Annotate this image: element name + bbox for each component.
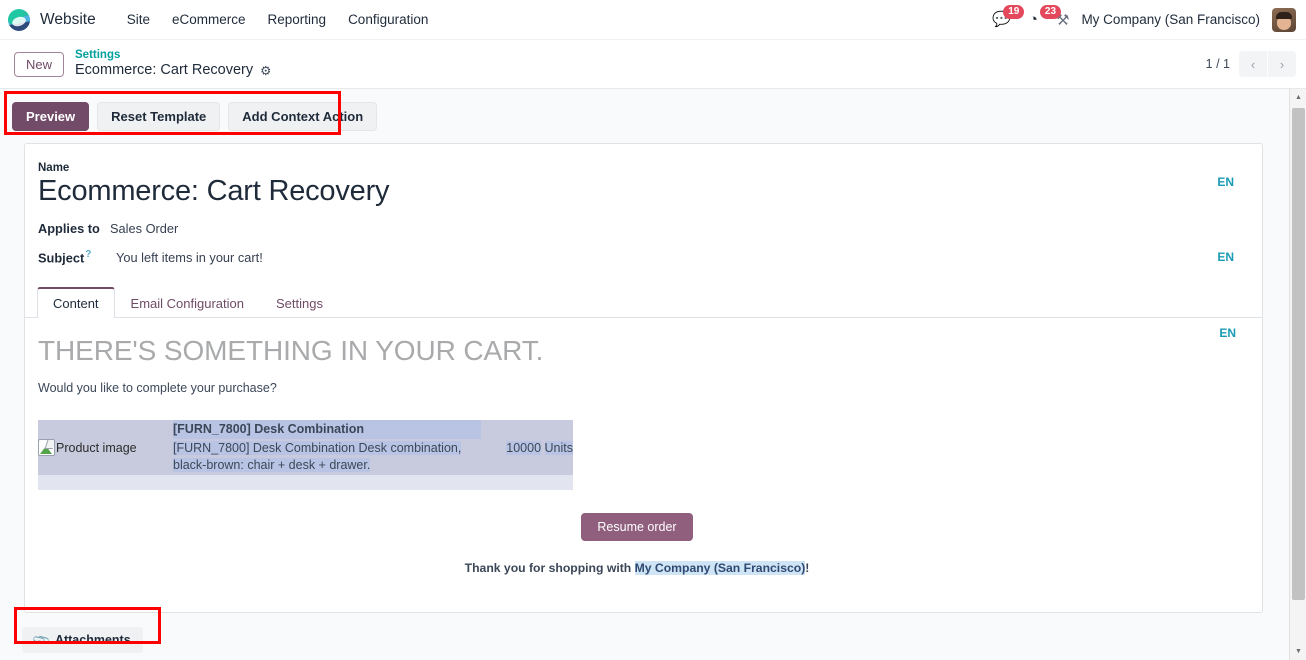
body-language-badge[interactable]: EN (1219, 326, 1236, 340)
tab-settings[interactable]: Settings (260, 287, 339, 318)
footer-company-name: My Company (San Francisco) (634, 561, 806, 576)
pager-next-button[interactable]: › (1268, 51, 1296, 77)
reset-template-button[interactable]: Reset Template (97, 102, 221, 131)
product-description-cell: [FURN_7800] Desk Combination [FURN_7800]… (173, 419, 481, 475)
applies-to-row: Applies to Sales Order (38, 221, 1236, 236)
email-headline: THERE'S SOMETHING IN YOUR CART. (38, 334, 544, 366)
table-footer-cell-2 (173, 475, 481, 491)
table-footer-cell-3 (481, 475, 573, 491)
activities-count-badge: 23 (1039, 5, 1062, 19)
form-sheet-header: Name Ecommerce: Cart Recovery EN Applies… (25, 144, 1262, 266)
menu-item-reporting[interactable]: Reporting (259, 8, 336, 31)
resume-order-button[interactable]: Resume order (581, 513, 693, 542)
user-avatar[interactable] (1272, 7, 1296, 32)
email-subline: Would you like to complete your purchase… (38, 380, 277, 395)
name-field-label: Name (38, 162, 70, 174)
table-row: Product image [FURN_7800] Desk Combinati… (38, 419, 573, 475)
pager-counter: 1 / 1 (1205, 57, 1230, 71)
product-quantity: 10000 (506, 440, 542, 455)
paperclip-icon: 📎 (31, 629, 52, 651)
website-app-logo-icon[interactable] (8, 8, 30, 31)
scroll-down-arrow-icon[interactable]: ▼ (1290, 643, 1306, 660)
menu-item-site[interactable]: Site (118, 8, 159, 31)
activities-button[interactable]: ◔ 23 (1028, 5, 1062, 28)
attachments-label: Attachments (54, 633, 131, 647)
subject-row: Subject? You left items in your cart! EN (38, 249, 1236, 265)
subject-value[interactable]: You left items in your cart! (114, 250, 263, 265)
email-body-preview[interactable]: EN THERE'S SOMETHING IN YOUR CART. Would… (25, 318, 1262, 594)
product-image-cell: Product image (38, 420, 173, 475)
form-scroll-area: Preview Reset Template Add Context Actio… (0, 89, 1306, 660)
gear-icon[interactable]: ⚙ (260, 65, 271, 78)
navbar-right-cluster: 💬 19 ◔ 23 ⚒ My Company (San Francisco) (992, 5, 1296, 32)
subject-language-badge[interactable]: EN (1217, 250, 1236, 264)
footer-suffix: ! (805, 561, 810, 576)
name-field-value[interactable]: Ecommerce: Cart Recovery (38, 175, 390, 208)
messages-button[interactable]: 💬 19 (992, 5, 1025, 27)
notebook-tabs: Content Email Configuration Settings (25, 286, 1262, 318)
clock-icon: ◔ (1028, 11, 1038, 28)
breadcrumb-parent-settings[interactable]: Settings (75, 49, 271, 63)
tab-email-configuration[interactable]: Email Configuration (115, 287, 260, 318)
product-name: [FURN_7800] Desk Combination (173, 419, 481, 439)
breadcrumb-current-row: Ecommerce: Cart Recovery ⚙ (75, 62, 271, 79)
breadcrumb-current-title: Ecommerce: Cart Recovery (75, 62, 254, 79)
applies-to-label: Applies to (38, 221, 100, 237)
attachments-button[interactable]: 📎 Attachments (22, 627, 143, 653)
menu-item-configuration[interactable]: Configuration (339, 8, 437, 31)
product-table: Product image [FURN_7800] Desk Combinati… (38, 419, 573, 491)
subject-help-icon[interactable]: ? (85, 249, 91, 260)
product-unit: Units (544, 440, 573, 455)
statusbar-buttons: Preview Reset Template Add Context Actio… (0, 89, 1289, 143)
top-navbar: Website Site eCommerce Reporting Configu… (0, 0, 1306, 40)
subject-label: Subject? (38, 249, 114, 265)
tab-content[interactable]: Content (37, 286, 115, 318)
menu-item-ecommerce[interactable]: eCommerce (163, 8, 255, 31)
pager: 1 / 1 ‹ › (1206, 51, 1296, 77)
attachments-row: 📎 Attachments (0, 613, 1289, 653)
product-description: [FURN_7800] Desk Combination Desk combin… (173, 440, 462, 473)
scrollbar-thumb[interactable] (1292, 108, 1305, 600)
control-panel: New Settings Ecommerce: Cart Recovery ⚙ … (0, 40, 1306, 89)
add-context-action-button[interactable]: Add Context Action (228, 102, 378, 131)
table-footer-row (38, 475, 573, 491)
email-footer: Thank you for shopping with My Company (… (38, 561, 1236, 576)
preview-button[interactable]: Preview (12, 102, 90, 131)
footer-prefix: Thank you for shopping with (464, 561, 635, 576)
vertical-scrollbar[interactable]: ▲ ▼ (1289, 89, 1306, 660)
table-footer-cell-1 (38, 475, 173, 491)
subject-label-text: Subject (38, 250, 85, 266)
broken-image-icon (38, 438, 55, 456)
pager-previous-button[interactable]: ‹ (1239, 51, 1267, 77)
name-language-badge[interactable]: EN (1217, 175, 1236, 189)
cta-container: Resume order (38, 513, 1236, 542)
messages-count-badge: 19 (1003, 5, 1025, 19)
scroll-up-arrow-icon[interactable]: ▲ (1290, 89, 1306, 106)
form-sheet: Name Ecommerce: Cart Recovery EN Applies… (24, 143, 1263, 613)
company-switcher[interactable]: My Company (San Francisco) (1081, 12, 1260, 27)
product-image-alt-text: Product image (56, 440, 137, 455)
form-view: Preview Reset Template Add Context Actio… (0, 89, 1289, 660)
new-record-button[interactable]: New (14, 51, 65, 77)
name-field-row: Ecommerce: Cart Recovery EN (38, 175, 1236, 208)
applies-to-value[interactable]: Sales Order (110, 221, 178, 236)
breadcrumb: Settings Ecommerce: Cart Recovery ⚙ (75, 49, 271, 80)
app-brand-name[interactable]: Website (40, 11, 96, 29)
product-quantity-cell: 10000 Units (481, 420, 573, 475)
